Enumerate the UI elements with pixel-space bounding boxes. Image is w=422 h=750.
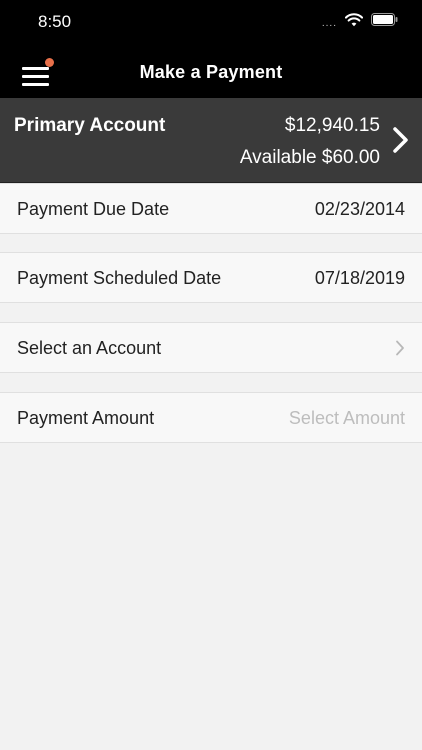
account-selector[interactable]: Primary Account $12,940.15 Available $60… xyxy=(0,98,422,183)
nav-bar: Make a Payment xyxy=(0,46,422,98)
payment-amount-row[interactable]: Payment Amount Select Amount xyxy=(0,392,422,443)
select-account-row[interactable]: Select an Account xyxy=(0,322,422,373)
payment-due-date-value: 02/23/2014 xyxy=(314,199,405,219)
status-time: 8:50 xyxy=(38,12,72,31)
account-available-balance: Available $60.00 xyxy=(239,147,380,168)
account-name: Primary Account xyxy=(14,115,166,136)
status-icons: .... xyxy=(321,12,398,32)
page-title: Make a Payment xyxy=(139,62,283,82)
payment-amount-input[interactable]: Select Amount xyxy=(289,408,405,429)
hamburger-line xyxy=(22,83,49,86)
signal-indicator: .... xyxy=(321,18,337,29)
status-bar: 8:50 .... xyxy=(0,0,422,46)
battery-icon xyxy=(371,13,398,31)
wifi-icon xyxy=(344,12,364,32)
chevron-right-icon xyxy=(392,127,410,153)
payment-due-date-row: Payment Due Date 02/23/2014 xyxy=(0,183,422,234)
payment-scheduled-date-row[interactable]: Payment Scheduled Date 07/18/2019 xyxy=(0,252,422,303)
payment-scheduled-date-label: Payment Scheduled Date xyxy=(17,268,222,288)
payment-amount-label: Payment Amount xyxy=(17,408,155,428)
chevron-right-icon xyxy=(395,340,405,356)
payment-due-date-label: Payment Due Date xyxy=(17,199,170,219)
payment-scheduled-date-value: 07/18/2019 xyxy=(314,268,405,288)
select-account-label: Select an Account xyxy=(17,338,162,358)
account-balance: $12,940.15 xyxy=(284,115,380,136)
